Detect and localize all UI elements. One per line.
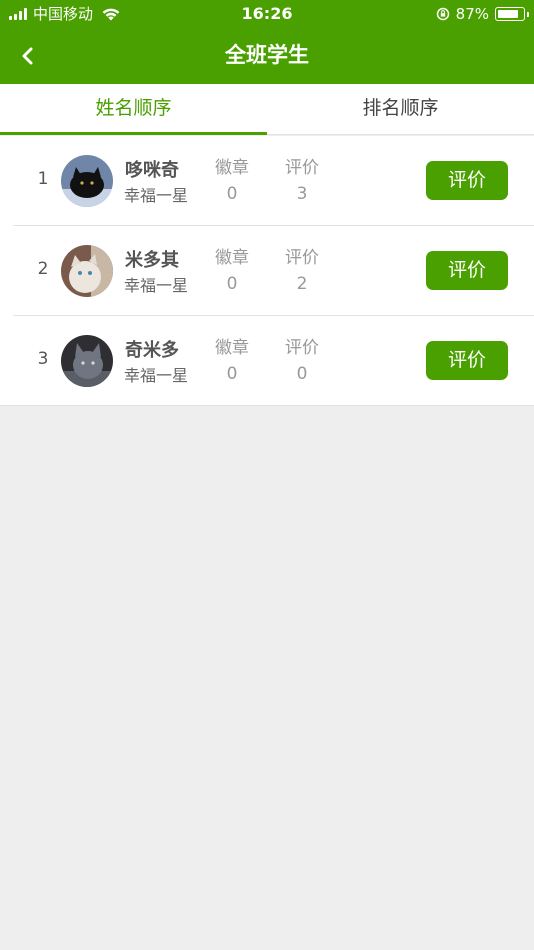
evaluate-button[interactable]: 评价 [426, 341, 508, 380]
evaluation-count: 0 [296, 364, 308, 384]
badge-stat: 徽章 0 [207, 157, 257, 205]
badge-stat: 徽章 0 [207, 247, 257, 295]
badge-count: 0 [226, 364, 238, 384]
row-index: 1 [37, 169, 49, 189]
student-row: 2 米多其 幸福一星 徽章 0 评价 2 评价 [0, 226, 534, 316]
student-level: 幸福一星 [124, 366, 189, 385]
student-row: 1 哆咪奇 幸福一星 徽章 0 评价 3 评价 [0, 136, 534, 226]
badge-count: 0 [226, 184, 238, 204]
student-name: 米多其 [125, 250, 179, 271]
row-index: 2 [37, 259, 49, 279]
chevron-left-icon[interactable] [14, 42, 42, 70]
badge-stat: 徽章 0 [207, 337, 257, 385]
page-title: 全班学生 [225, 43, 309, 67]
evaluation-label: 评价 [285, 248, 319, 268]
status-right: 87% [436, 4, 529, 24]
battery-percent: 87% [455, 5, 489, 23]
evaluation-label: 评价 [285, 338, 319, 358]
badge-label: 徽章 [215, 338, 249, 358]
evaluation-stat: 评价 0 [277, 337, 327, 385]
student-avatar[interactable] [61, 245, 113, 297]
evaluation-stat: 评价 2 [277, 247, 327, 295]
student-level: 幸福一星 [124, 186, 189, 205]
tab-name-order[interactable]: 姓名顺序 [0, 84, 267, 135]
evaluation-label: 评价 [285, 158, 319, 178]
badge-label: 徽章 [215, 158, 249, 178]
evaluation-count: 2 [296, 274, 308, 294]
tab-rank-order[interactable]: 排名顺序 [267, 84, 534, 134]
student-row: 3 奇米多 幸福一星 徽章 0 评价 0 评价 [0, 316, 534, 406]
row-divider [0, 405, 534, 406]
battery-icon [495, 7, 529, 21]
evaluate-button[interactable]: 评价 [426, 251, 508, 290]
app-header: 中国移动 16:26 87% 全班学生 [0, 0, 534, 84]
student-name: 哆咪奇 [125, 160, 179, 181]
student-level: 幸福一星 [124, 276, 189, 295]
evaluation-stat: 评价 3 [277, 157, 327, 205]
student-avatar[interactable] [61, 155, 113, 207]
nav-bar: 全班学生 [0, 28, 534, 84]
student-name: 奇米多 [125, 340, 179, 361]
badge-label: 徽章 [215, 248, 249, 268]
student-avatar[interactable] [61, 335, 113, 387]
rotation-lock-icon [436, 7, 449, 21]
tab-bar: 姓名顺序 排名顺序 [0, 84, 534, 135]
row-index: 3 [37, 349, 49, 369]
evaluation-count: 3 [296, 184, 308, 204]
status-bar: 中国移动 16:26 87% [0, 0, 534, 28]
student-list: 1 哆咪奇 幸福一星 徽章 0 评价 3 评价 2 米多其 幸福一星 徽章 0 … [0, 136, 534, 406]
badge-count: 0 [226, 274, 238, 294]
evaluate-button[interactable]: 评价 [426, 161, 508, 200]
